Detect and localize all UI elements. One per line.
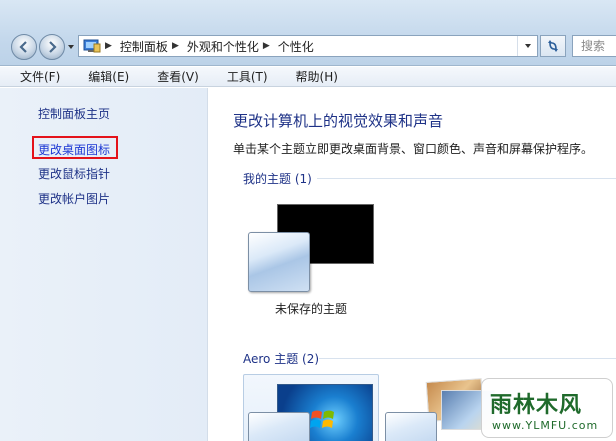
menu-file[interactable]: 文件(F)	[0, 67, 68, 87]
watermark-logo: 雨林木风 www.YLMFU.com	[481, 378, 613, 438]
forward-button[interactable]	[39, 34, 65, 60]
task-pane: 控制面板主页 更改桌面图标 更改鼠标指针 更改帐户图片	[0, 88, 208, 441]
menu-tools[interactable]: 工具(T)	[207, 67, 276, 87]
control-panel-icon	[83, 39, 101, 53]
menu-view[interactable]: 查看(V)	[137, 67, 207, 87]
page-title: 更改计算机上的视觉效果和声音	[233, 112, 444, 130]
address-dropdown-button[interactable]	[517, 36, 537, 56]
chevron-down-icon[interactable]	[66, 42, 76, 52]
arrow-left-icon	[19, 41, 27, 53]
windows-logo-icon	[310, 410, 334, 428]
divider	[319, 358, 616, 359]
watermark-url: www.YLMFU.com	[492, 419, 599, 432]
address-bar-area: ▶ 控制面板 ▶ 外观和个性化 ▶ 个性化 搜索	[0, 0, 616, 66]
search-input[interactable]: 搜索	[572, 35, 616, 57]
control-panel-home-link[interactable]: 控制面板主页	[38, 105, 110, 122]
unsaved-theme-label: 未保存的主题	[275, 302, 348, 316]
breadcrumb-separator[interactable]: ▶	[263, 41, 270, 51]
breadcrumb-control-panel[interactable]: 控制面板	[120, 38, 168, 55]
breadcrumb-separator[interactable]: ▶	[105, 41, 112, 51]
theme-window-color-thumbnail	[385, 412, 437, 441]
refresh-button[interactable]	[540, 35, 566, 57]
page-description: 单击某个主题立即更改桌面背景、窗口颜色、声音和屏幕保护程序。	[233, 142, 594, 156]
change-mouse-pointers-link[interactable]: 更改鼠标指针	[38, 165, 110, 182]
breadcrumb-appearance[interactable]: 外观和个性化	[187, 38, 259, 55]
theme-window-color-thumbnail	[248, 232, 310, 292]
watermark-text: 雨林木风	[490, 393, 583, 418]
divider	[317, 178, 616, 179]
change-desktop-icons-link[interactable]: 更改桌面图标	[38, 141, 110, 158]
refresh-icon	[548, 40, 558, 52]
menu-edit[interactable]: 编辑(E)	[68, 67, 137, 87]
theme-window-color-thumbnail	[248, 412, 310, 441]
menu-help[interactable]: 帮助(H)	[276, 67, 346, 87]
chevron-down-icon	[524, 44, 531, 48]
change-account-picture-link[interactable]: 更改帐户图片	[38, 190, 110, 207]
aero-themes-header[interactable]: Aero 主题 (2)	[243, 350, 319, 367]
breadcrumb-personalization[interactable]: 个性化	[278, 38, 314, 55]
arrow-right-icon	[49, 41, 57, 53]
address-field[interactable]: ▶ 控制面板 ▶ 外观和个性化 ▶ 个性化	[78, 35, 538, 57]
my-themes-header[interactable]: 我的主题 (1)	[243, 170, 312, 187]
back-button[interactable]	[11, 34, 37, 60]
menu-bar: 文件(F) 编辑(E) 查看(V) 工具(T) 帮助(H)	[0, 67, 616, 87]
breadcrumb-separator[interactable]: ▶	[172, 41, 179, 51]
